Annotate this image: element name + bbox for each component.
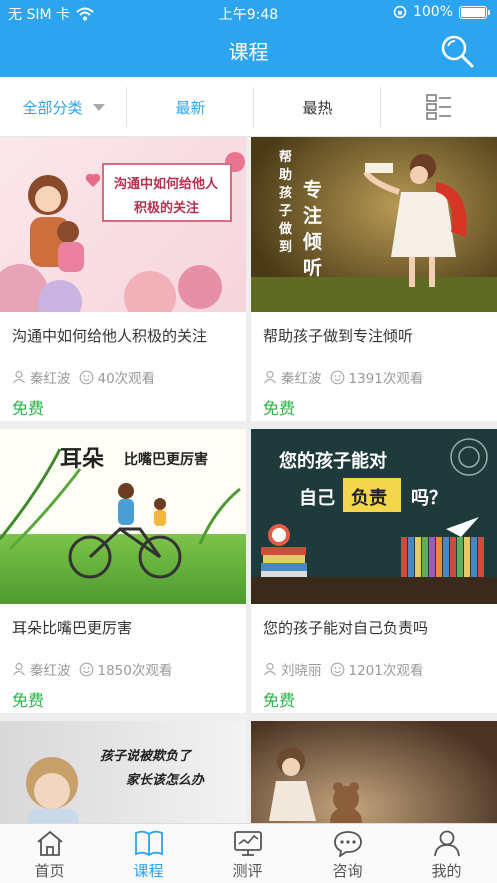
top-bar: 无 SIM 卡 上午9:48 100% 课程 (0, 0, 497, 77)
tab-mine[interactable]: 我的 (397, 824, 496, 883)
course-card[interactable]: 帮助孩子做到 专注倾听 帮助孩子做到专注倾听 秦红波 1391次观看 免费 (251, 137, 497, 421)
course-title: 耳朵比嘴巴更厉害 (12, 619, 133, 637)
thumbnail-caption: 帮助孩子做到 (279, 150, 293, 255)
user-icon (264, 370, 276, 384)
thumbnail-caption: 专注倾听 (303, 179, 323, 279)
thumbnail-caption: 您的孩子能对 (279, 451, 387, 472)
course-views: 1850次观看 (97, 663, 173, 679)
teddy-bear-illustration (269, 747, 362, 823)
filter-bar: 全部分类 最新 最热 (0, 77, 497, 137)
page-title: 课程 (228, 40, 269, 64)
thumbnail-caption: 家长该怎么办 (126, 773, 205, 788)
smiley-icon (330, 370, 344, 384)
battery-percent: 100% (412, 4, 453, 20)
course-author: 秦红波 (30, 663, 71, 679)
tab-courses[interactable]: 课程 (99, 824, 198, 883)
course-card[interactable]: 您的孩子能对 自己 负责 吗？ 您的孩子能对自己负责吗 刘晓丽 1201次观看 … (251, 429, 497, 713)
smiley-icon (79, 370, 93, 384)
thumbnail-caption: 孩子说被欺负了 (100, 749, 192, 764)
thumbnail-caption: 积极的关注 (134, 201, 200, 216)
tab-label: 首页 (34, 862, 65, 880)
course-meta: 秦红波 1850次观看 (12, 659, 172, 679)
course-meta: 秦红波 1391次观看 (263, 367, 423, 387)
bottom-tab-bar: 首页 课程 测评 咨询 我的 (0, 823, 497, 883)
course-author: 刘晓丽 (281, 663, 322, 679)
course-views: 40次观看 (97, 371, 156, 387)
mother-child-illustration (0, 152, 245, 312)
tab-label: 咨询 (332, 862, 363, 880)
search-icon[interactable] (439, 33, 475, 69)
course-card[interactable] (251, 721, 497, 823)
user-icon (264, 662, 276, 676)
course-card[interactable]: 孩子说被欺负了 家长该怎么办 (0, 721, 246, 823)
smiley-icon (79, 662, 93, 676)
course-author: 秦红波 (281, 371, 322, 387)
course-views: 1391次观看 (348, 371, 424, 387)
thumbnail-caption: 吗？ (411, 488, 447, 509)
course-title: 您的孩子能对自己负责吗 (263, 619, 429, 637)
course-thumbnail (251, 721, 497, 823)
tab-label: 我的 (431, 862, 462, 880)
tab-label: 测评 (232, 862, 263, 880)
course-views: 1201次观看 (348, 663, 424, 679)
layout-toggle-button[interactable] (381, 77, 497, 137)
course-author: 秦红波 (30, 371, 71, 387)
thumbnail-caption: 比嘴巴更厉害 (124, 452, 208, 468)
course-thumbnail: 您的孩子能对 自己 负责 吗？ (251, 429, 497, 604)
tab-label: 课程 (133, 862, 164, 880)
course-price: 免费 (263, 399, 296, 418)
crying-child-illustration (26, 757, 78, 823)
course-price: 免费 (12, 691, 45, 710)
home-icon (37, 830, 63, 856)
course-title: 帮助孩子做到专注倾听 (263, 327, 414, 345)
thumbnail-caption: 自己 (299, 488, 335, 509)
course-card[interactable]: 耳朵 比嘴巴更厉害 耳朵比嘴巴更厉害 秦红波 1850次观看 免费 (0, 429, 246, 713)
thumbnail-caption: 负责 (351, 488, 387, 509)
user-icon (13, 370, 25, 384)
user-icon (13, 662, 25, 676)
course-card[interactable]: 沟通中如何给他人 积极的关注 沟通中如何给他人积极的关注 秦红波 40次观看 免… (0, 137, 246, 421)
course-thumbnail: 沟通中如何给他人 积极的关注 (0, 137, 246, 312)
course-meta: 刘晓丽 1201次观看 (263, 659, 423, 679)
battery-icon (459, 5, 490, 19)
course-title: 沟通中如何给他人积极的关注 (12, 327, 208, 345)
course-price: 免费 (263, 691, 296, 710)
course-meta: 秦红波 40次观看 (12, 367, 155, 387)
course-thumbnail: 耳朵 比嘴巴更厉害 (0, 429, 246, 604)
bicycle-illustration (0, 448, 241, 579)
course-price: 免费 (12, 399, 45, 418)
grid-list-icon (426, 94, 451, 120)
monitor-chart-icon (234, 831, 262, 856)
thumbnail-caption: 耳朵 (60, 447, 105, 472)
status-bar: 无 SIM 卡 上午9:48 100% (0, 0, 497, 26)
tab-assessment[interactable]: 测评 (198, 824, 297, 883)
smiley-icon (330, 662, 344, 676)
course-thumbnail: 孩子说被欺负了 家长该怎么办 (0, 721, 246, 823)
user-icon (434, 830, 460, 857)
thumbnail-caption: 沟通中如何给他人 (114, 177, 219, 192)
tab-consult[interactable]: 咨询 (298, 824, 397, 883)
tab-home[interactable]: 首页 (0, 824, 99, 883)
book-icon (135, 830, 163, 857)
chat-bubble-icon (334, 831, 362, 857)
orientation-lock-icon (393, 5, 407, 19)
course-thumbnail: 帮助孩子做到 专注倾听 (251, 137, 497, 312)
